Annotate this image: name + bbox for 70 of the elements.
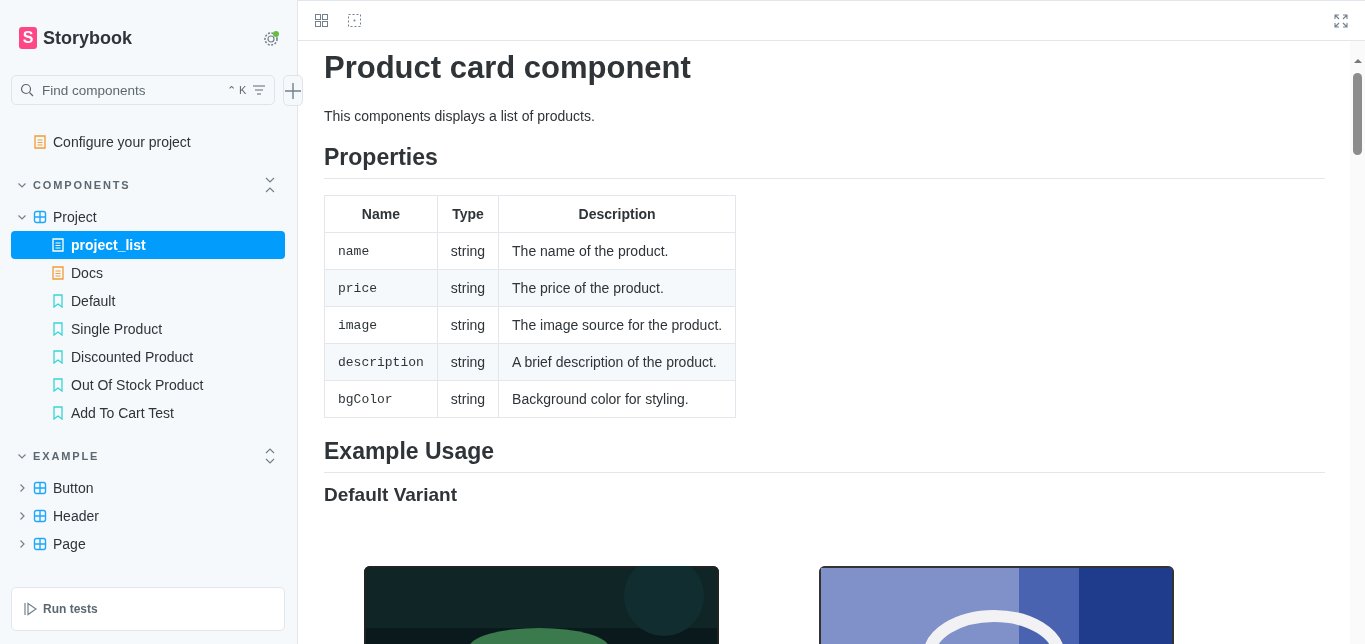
table-cell: A brief description of the product. [498, 343, 736, 381]
table-cell: Background color for styling. [498, 380, 736, 418]
tree-item[interactable]: Project [11, 203, 285, 231]
tree-item[interactable]: Add To Cart Test [11, 399, 285, 427]
expand-all-icon[interactable] [263, 448, 277, 464]
table-cell: string [437, 232, 499, 270]
document-icon [51, 266, 65, 280]
section-title: EXAMPLE [33, 450, 101, 462]
table-cell: string [437, 306, 499, 344]
table-cell: price [324, 269, 438, 307]
tree-item[interactable]: Default [11, 287, 285, 315]
column-header: Description [498, 195, 736, 233]
search-bar[interactable]: Find components ⌃ K [11, 75, 276, 105]
bookmark-icon [51, 406, 65, 420]
filter-icon [252, 83, 267, 97]
document-icon [51, 238, 65, 252]
tree-item[interactable]: Out Of Stock Product [11, 371, 285, 399]
section-title: COMPONENTS [33, 179, 132, 191]
search-field[interactable]: Find components [40, 81, 221, 99]
table-cell: The price of the product. [498, 269, 736, 307]
tree-item[interactable]: Button [11, 474, 285, 502]
tree-item[interactable]: Page [11, 530, 285, 558]
grid-icon [33, 509, 47, 523]
logo: S [19, 27, 37, 49]
document-icon [33, 135, 47, 149]
table-cell: string [437, 380, 499, 418]
table-cell: The name of the product. [498, 232, 736, 270]
play-icon [24, 602, 37, 616]
settings-icon[interactable] [263, 30, 279, 46]
column-header: Name [324, 195, 438, 233]
table-cell: string [437, 269, 499, 307]
plus-icon [284, 81, 303, 100]
search-icon [20, 83, 34, 97]
run-tests-button[interactable]: Run tests [24, 602, 98, 616]
bookmark-icon [51, 350, 65, 364]
chevron-icon[interactable] [17, 180, 27, 190]
fullscreen-icon[interactable] [1334, 13, 1348, 28]
bookmark-icon [51, 322, 65, 336]
section-heading: Example Usage [324, 437, 1325, 473]
grid-icon [33, 210, 47, 224]
tree-item[interactable]: Header [11, 502, 285, 530]
chevron-icon[interactable] [17, 451, 27, 461]
brand-name: Storybook [43, 27, 133, 49]
column-header: Type [437, 195, 499, 233]
subsection-heading: Default Variant [324, 484, 459, 506]
collapse-all-icon[interactable] [263, 177, 277, 193]
outline-icon[interactable] [348, 14, 361, 27]
table-cell: string [437, 343, 499, 381]
scrollbar[interactable] [1350, 41, 1365, 644]
table-cell: bgColor [324, 380, 438, 418]
table-cell: image [324, 306, 438, 344]
add-button[interactable] [283, 75, 304, 106]
grid-icon [33, 481, 47, 495]
table-cell: description [324, 343, 438, 381]
page-title: Product card component [324, 49, 692, 87]
tree-item[interactable]: Configure your project [11, 128, 285, 156]
tree-item[interactable]: Single Product [11, 315, 285, 343]
scrollbar-thumb[interactable] [1353, 73, 1362, 155]
bookmark-icon [51, 378, 65, 392]
grid-icon[interactable] [315, 14, 328, 27]
shortcut-hint: ⌃ K [227, 83, 247, 97]
grid-icon [33, 537, 47, 551]
intro-text: This components displays a list of products. [324, 108, 596, 124]
bookmark-icon [51, 294, 65, 308]
tree-item[interactable]: Docs [11, 259, 285, 287]
tree-item[interactable]: Discounted Product [11, 343, 285, 371]
scroll-up-icon [1352, 57, 1363, 65]
table-cell: name [324, 232, 438, 270]
section-heading: Properties [324, 143, 1325, 179]
table-cell: The image source for the product. [498, 306, 736, 344]
